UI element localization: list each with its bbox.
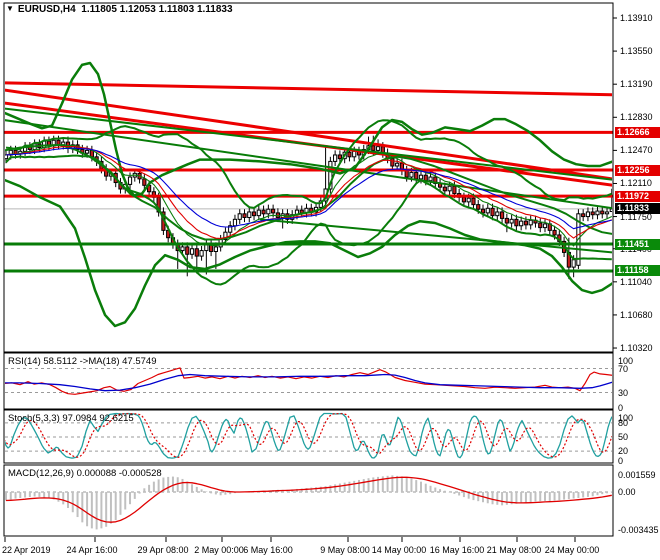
- price-axis-label: 1.10680: [620, 309, 653, 320]
- price-level-badge: 1.11833: [615, 203, 660, 214]
- indicator-axis-label: 0.001559: [618, 469, 656, 480]
- candles-layer: [5, 135, 612, 280]
- indicator-axis-label: 80: [618, 417, 629, 428]
- indicator-axis-label: 30: [618, 387, 629, 398]
- ohlc-readout: 1.11805 1.12053 1.11803 1.11833: [81, 4, 233, 15]
- indicator-axis-label: 70: [618, 363, 629, 374]
- price-axis-label: 1.13550: [620, 46, 653, 57]
- date-axis-label: 24 May 00:00: [544, 545, 600, 555]
- symbol-dropdown-icon[interactable]: ▼: [6, 4, 14, 13]
- date-axis-label: 29 Apr 08:00: [137, 545, 189, 555]
- date-axis-label: 22 Apr 2019: [2, 545, 51, 555]
- price-axis-label: 1.11040: [620, 276, 652, 287]
- red-trendline: [5, 88, 612, 181]
- price-level-badge: 1.12256: [615, 165, 660, 176]
- date-axis-label: 21 May 08:00: [486, 545, 542, 555]
- price-level-badge: 1.11972: [615, 191, 660, 202]
- rsi-pane-label: RSI(14) 58.5112 ->MA(18) 47.5749: [8, 356, 157, 367]
- date-axis-label: 9 May 08:00: [320, 545, 370, 555]
- price-axis-label: 1.13910: [620, 13, 653, 23]
- indicator-axis-label: 0: [618, 403, 624, 413]
- indicator-axis-label: 50: [618, 432, 629, 442]
- macd-pane-label: MACD(12,26,9) 0.000088 -0.000528: [8, 468, 162, 479]
- price-axis-label: 1.12830: [620, 112, 653, 123]
- red-trendline: [5, 81, 612, 97]
- price-axis-label: 1.10320: [620, 343, 653, 354]
- symbol-period-label: EURUSD,H4: [17, 4, 76, 15]
- indicator-axis-label: 0.00: [618, 487, 636, 497]
- price-level-badge: 1.11158: [615, 265, 660, 276]
- date-axis-label: 6 May 16:00: [243, 545, 293, 555]
- price-level-badge: 1.12666: [615, 127, 660, 138]
- price-axis-label: 1.12470: [620, 145, 653, 156]
- chart-header: ▼ EURUSD,H4 1.11805 1.12053 1.11803 1.118…: [6, 4, 233, 15]
- date-axis-label: 2 May 00:00: [194, 545, 244, 555]
- date-axis-label: 24 Apr 16:00: [66, 545, 118, 555]
- price-level-badge: 1.11451: [615, 239, 660, 250]
- stoch-pane-label: Stoch(5,3,3) 97.0984 92.6215: [8, 413, 134, 424]
- indicator-axis-label: -0.003435: [618, 525, 659, 536]
- mt4-chart-window: ▼ EURUSD,H4 1.11805 1.12053 1.11803 1.118…: [0, 0, 660, 560]
- indicator-axis-label: 0: [618, 455, 624, 466]
- date-axis-label: 16 May 16:00: [429, 545, 485, 555]
- date-axis-label: 14 May 00:00: [371, 545, 427, 555]
- price-axis-label: 1.13190: [620, 79, 653, 90]
- price-axis-label: 1.12110: [620, 178, 652, 189]
